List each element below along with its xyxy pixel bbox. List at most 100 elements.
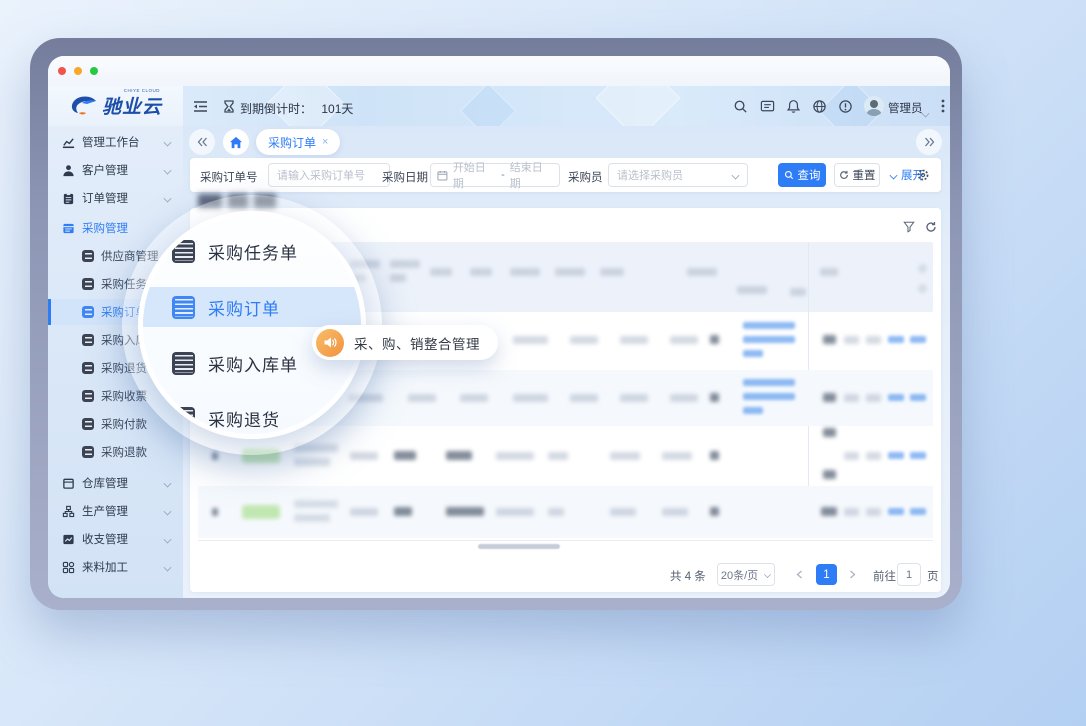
list-icon (82, 418, 94, 430)
page-size-value: 20条/页 (721, 567, 758, 583)
close-window-button[interactable] (58, 67, 66, 75)
countdown-text: 到期倒计时： 101天 (240, 100, 353, 117)
blurred-cell (670, 336, 698, 344)
chevron-down-icon[interactable] (922, 104, 929, 122)
sidebar-item-orders[interactable]: 订单管理 (48, 185, 183, 211)
magnified-menu-purchase-orders[interactable]: 采购订单 (143, 287, 366, 327)
blurred-cell (350, 452, 378, 460)
blurred-status-badge-green (242, 505, 280, 519)
blurred-cell (866, 508, 881, 516)
magnified-menu-label: 采购入库单 (208, 351, 298, 376)
logo-area: CHIYE CLOUD 驰业云 (48, 86, 183, 126)
chevron-down-icon (732, 171, 740, 179)
blurred-cell (408, 394, 436, 402)
prev-page-button[interactable] (790, 565, 809, 584)
reset-button[interactable]: 重置 (834, 163, 880, 187)
info-icon[interactable] (834, 95, 856, 117)
buyer-placeholder: 请选择采购员 (617, 167, 683, 183)
goto-suffix: 页 (927, 568, 939, 584)
minimize-window-button[interactable] (74, 67, 82, 75)
magnified-menu-label: 采购订单 (208, 295, 280, 320)
buyer-select[interactable]: 请选择采购员 (608, 163, 748, 187)
workbench-icon (62, 136, 75, 149)
tab-label: 采购订单 (268, 134, 316, 151)
date-range-input[interactable]: 开始日期 - 结束日期 (430, 163, 560, 187)
blurred-cell (823, 470, 836, 479)
chevron-down-icon (890, 171, 898, 179)
blurred-column (820, 268, 838, 276)
sidebar-item-purchase-refunds[interactable]: 采购退款 (48, 439, 183, 465)
refresh-icon (839, 170, 849, 180)
blurred-column (737, 286, 767, 294)
search-icon[interactable] (729, 95, 751, 117)
magnified-menu-purchase-returns[interactable]: 采购退货 (143, 398, 366, 438)
calendar-icon (437, 170, 448, 181)
blurred-action-link (910, 452, 926, 459)
current-page-button[interactable]: 1 (816, 564, 837, 585)
refresh-icon[interactable] (920, 216, 942, 238)
search-button[interactable]: 查询 (778, 163, 826, 187)
kebab-menu-icon[interactable] (932, 95, 950, 117)
maximize-window-button[interactable] (90, 67, 98, 75)
order-no-label: 采购订单号 (200, 169, 258, 185)
blurred-cell (294, 500, 338, 508)
sidebar-item-label: 管理工作台 (82, 134, 140, 150)
username[interactable]: 管理员 (888, 100, 923, 116)
home-icon (229, 136, 243, 149)
tabs-scroll-left-button[interactable] (189, 129, 215, 155)
blurred-cell (844, 336, 859, 344)
filter-funnel-icon[interactable] (898, 216, 920, 238)
order-no-placeholder: 请输入采购订单号 (277, 167, 365, 183)
globe-icon[interactable] (808, 95, 830, 117)
tabs-scroll-right-button[interactable] (916, 129, 942, 155)
sidebar-item-finance[interactable]: 收支管理 (48, 526, 183, 552)
tab-close-icon[interactable]: × (322, 136, 328, 148)
blurred-cell (496, 452, 534, 460)
list-icon (172, 352, 195, 375)
blurred-action-link (888, 452, 904, 459)
blurred-cell (710, 393, 719, 402)
blurred-cell (710, 451, 719, 460)
sidebar-item-warehouse[interactable]: 仓库管理 (48, 470, 183, 496)
home-tab-button[interactable] (223, 129, 249, 155)
next-page-button[interactable] (843, 565, 862, 584)
sidebar-item-label: 来料加工 (82, 559, 128, 575)
gear-icon[interactable] (912, 164, 934, 186)
order-no-input[interactable]: 请输入采购订单号 (268, 163, 390, 187)
message-icon[interactable] (756, 95, 778, 117)
material-icon (62, 561, 75, 574)
blurred-cell (844, 452, 859, 460)
chevron-down-icon (164, 166, 172, 174)
customer-icon (62, 164, 75, 177)
goto-page-input[interactable]: 1 (897, 563, 921, 586)
table-row-blurred[interactable] (198, 486, 933, 538)
blurred-cell (866, 394, 881, 402)
date-start-placeholder: 开始日期 (453, 159, 496, 191)
sidebar-item-workbench[interactable]: 管理工作台 (48, 129, 183, 155)
purchase-icon (62, 222, 75, 235)
chevron-down-icon (164, 563, 172, 571)
horizontal-scrollbar-thumb[interactable] (478, 544, 560, 549)
sidebar-item-customers[interactable]: 客户管理 (48, 157, 183, 183)
bell-icon[interactable] (782, 95, 804, 117)
sidebar-item-material-processing[interactable]: 来料加工 (48, 554, 183, 580)
menu-fold-icon[interactable] (189, 95, 211, 117)
blurred-cell (662, 452, 692, 460)
blurred-cell (710, 335, 719, 344)
magnified-menu-purchase-tasks[interactable]: 采购任务单 (143, 231, 366, 271)
speaker-icon (316, 329, 344, 357)
blurred-cell (513, 336, 548, 344)
blurred-cell (866, 336, 881, 344)
page-size-select[interactable]: 20条/页 (717, 563, 775, 586)
blurred-cell (823, 428, 836, 437)
blurred-cell (670, 394, 698, 402)
sidebar-item-production[interactable]: 生产管理 (48, 498, 183, 524)
blurred-cell (620, 394, 648, 402)
blurred-cell (610, 508, 636, 516)
pagination-total: 共 4 条 (670, 568, 706, 584)
avatar[interactable] (864, 96, 884, 116)
search-icon (784, 170, 794, 180)
tab-purchase-orders[interactable]: 采购订单 × (256, 129, 340, 155)
blurred-link-cell (743, 322, 795, 329)
blurred-link-cell (743, 393, 795, 400)
